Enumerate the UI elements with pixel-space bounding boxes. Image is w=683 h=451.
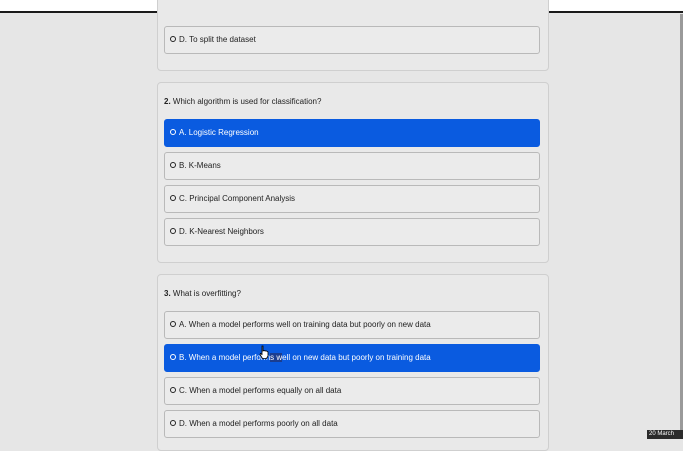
q3-option-b[interactable]: B. When a model performs well on new dat…	[164, 344, 540, 372]
option-label: D. To split the dataset	[179, 35, 256, 44]
question-label: What is overfitting?	[172, 289, 241, 298]
option-label: B. K-Means	[179, 161, 221, 170]
question-card-2: 2. Which algorithm is used for classific…	[157, 82, 549, 263]
radio-icon	[170, 128, 176, 135]
option-label: D. K-Nearest Neighbors	[179, 227, 264, 236]
taskbar-clock: 20 March	[647, 430, 683, 439]
radio-icon	[170, 194, 176, 201]
q3-option-a[interactable]: A. When a model performs well on trainin…	[164, 311, 540, 339]
option-label: A. Logistic Regression	[179, 128, 259, 137]
option-label-prefix: B. When a model perform	[179, 353, 271, 362]
radio-icon	[170, 419, 176, 426]
radio-icon	[170, 227, 176, 234]
question-card-3: 3. What is overfitting? A. When a model …	[157, 274, 549, 451]
radio-icon	[170, 161, 176, 168]
q3-option-d[interactable]: D. When a model performs poorly on all d…	[164, 410, 540, 438]
q2-option-a[interactable]: A. Logistic Regression	[164, 119, 540, 147]
q3-option-c[interactable]: C. When a model performs equally on all …	[164, 377, 540, 405]
question-card-1: D. To split the dataset	[157, 0, 549, 71]
q2-option-b[interactable]: B. K-Means	[164, 152, 540, 180]
question-text: 3. What is overfitting?	[164, 289, 241, 299]
text-selection-highlight: s w	[270, 353, 283, 362]
question-number: 3.	[164, 289, 171, 298]
q2-option-d[interactable]: D. K-Nearest Neighbors	[164, 218, 540, 246]
radio-icon	[170, 35, 176, 42]
q1-option-d[interactable]: D. To split the dataset	[164, 26, 540, 54]
option-label: D. When a model performs poorly on all d…	[179, 419, 338, 428]
option-label: A. When a model performs well on trainin…	[179, 320, 431, 329]
question-text: 2. Which algorithm is used for classific…	[164, 97, 321, 107]
q2-option-c[interactable]: C. Principal Component Analysis	[164, 185, 540, 213]
radio-icon	[170, 320, 176, 327]
radio-icon	[170, 386, 176, 393]
question-label: Which algorithm is used for classificati…	[172, 97, 322, 106]
option-label: C. Principal Component Analysis	[179, 194, 296, 203]
hand-cursor-icon	[259, 345, 269, 359]
question-number: 2.	[164, 97, 171, 106]
option-label: C. When a model performs equally on all …	[179, 386, 342, 395]
option-label-suffix: ell on new data but poorly on training d…	[282, 353, 431, 362]
radio-icon	[170, 353, 176, 360]
